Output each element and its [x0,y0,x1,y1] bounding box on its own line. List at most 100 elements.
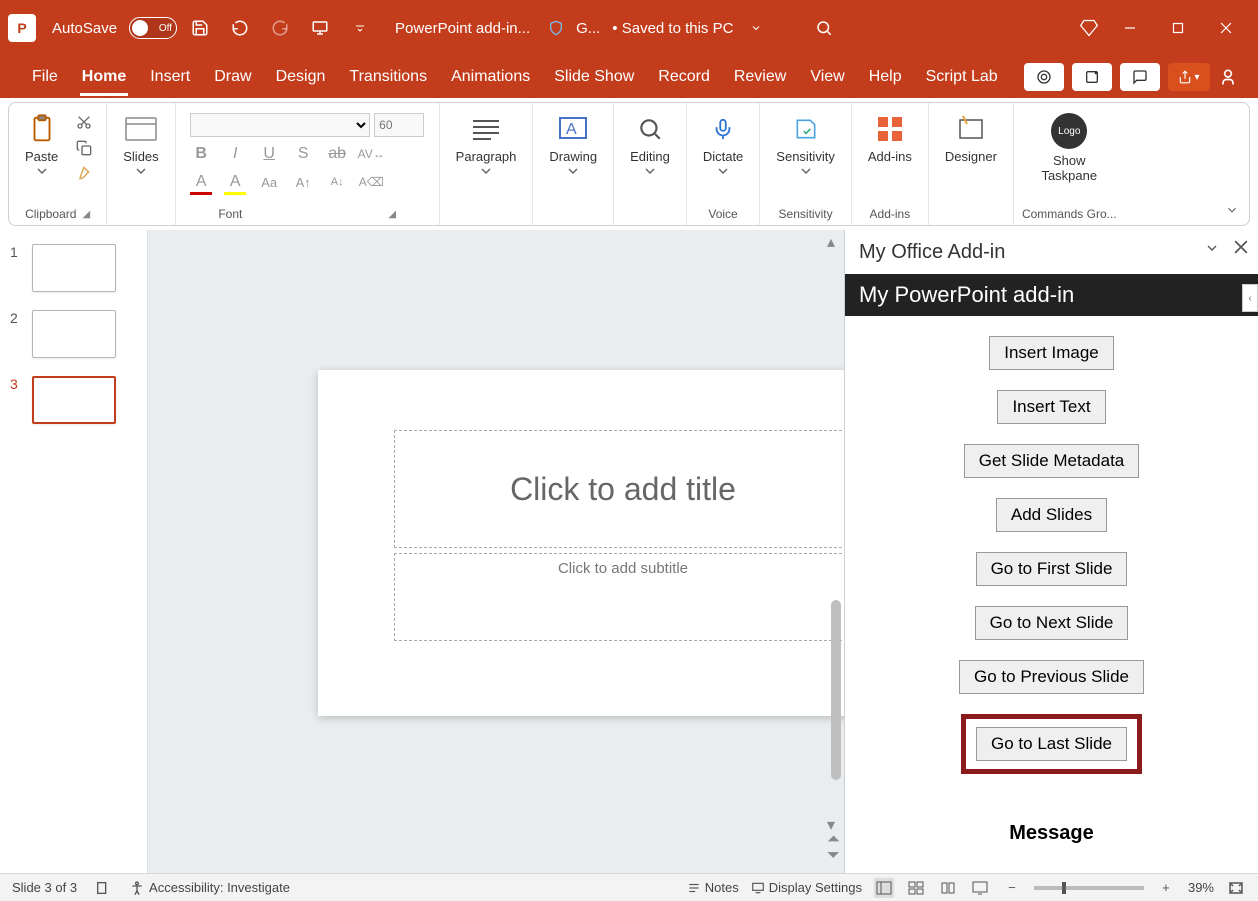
slide[interactable]: Click to add title Click to add subtitle [318,370,844,716]
font-family-select[interactable] [190,113,370,137]
scroll-thumb[interactable] [831,600,841,780]
subtitle-placeholder[interactable]: Click to add subtitle [394,553,844,641]
slide-canvas[interactable]: Click to add title Click to add subtitle… [148,230,844,873]
thumbnail-3[interactable] [32,376,116,424]
slideshow-icon[interactable] [970,878,990,898]
italic-button[interactable]: I [224,143,246,165]
tab-home[interactable]: Home [70,60,138,94]
tab-insert[interactable]: Insert [138,60,202,94]
clear-formatting-button[interactable]: A⌫ [360,171,382,193]
format-painter-icon[interactable] [72,163,96,185]
addins-button[interactable]: Add-ins [860,109,920,168]
zoom-in-icon[interactable]: + [1156,878,1176,898]
normal-view-icon[interactable] [874,878,894,898]
clipboard-launcher-icon[interactable]: ◢ [82,209,90,220]
tab-draw[interactable]: Draw [202,60,263,94]
thumbnail-2[interactable] [32,310,116,358]
notes-button[interactable]: Notes [687,880,739,895]
reading-view-icon[interactable] [938,878,958,898]
comments-icon[interactable] [1120,63,1160,91]
tab-design[interactable]: Design [264,60,338,94]
thumbnail-1[interactable] [32,244,116,292]
search-icon[interactable] [809,13,839,43]
font-color-button[interactable]: A [190,171,212,193]
addin-button-insert-text[interactable]: Insert Text [997,390,1105,424]
shadow-button[interactable]: S [292,143,314,165]
zoom-knob[interactable] [1062,882,1066,894]
copy-icon[interactable] [72,137,96,159]
save-icon[interactable] [185,13,215,43]
editing-button[interactable]: Editing [622,109,678,178]
addin-button-go-to-next-slide[interactable]: Go to Next Slide [975,606,1129,640]
slides-button[interactable]: Slides [115,109,166,178]
strikethrough-button[interactable]: ab [326,143,348,165]
addin-button-insert-image[interactable]: Insert Image [989,336,1114,370]
tab-view[interactable]: View [798,60,856,94]
addin-button-go-to-previous-slide[interactable]: Go to Previous Slide [959,660,1144,694]
autosave-toggle[interactable]: Off [129,17,177,39]
paste-button[interactable]: Paste [17,109,66,178]
tab-transitions[interactable]: Transitions [337,60,439,94]
maximize-button[interactable] [1154,8,1202,48]
font-launcher-icon[interactable]: ◢ [388,209,396,220]
zoom-slider[interactable] [1034,886,1144,890]
teams-icon[interactable] [1072,63,1112,91]
character-spacing-button[interactable]: AV↔ [360,143,382,165]
redo-icon[interactable] [265,13,295,43]
camera-icon[interactable] [1024,63,1064,91]
show-taskpane-button[interactable]: Logo Show Taskpane [1033,109,1105,187]
addin-button-go-to-last-slide[interactable]: Go to Last Slide [976,727,1127,761]
tab-slide-show[interactable]: Slide Show [542,60,646,94]
scroll-up-icon[interactable]: ▴ [827,232,841,246]
present-from-start-icon[interactable] [305,13,335,43]
tab-script-lab[interactable]: Script Lab [914,60,1010,94]
designer-button[interactable]: Designer [937,109,1005,168]
dictate-button[interactable]: Dictate [695,109,751,178]
taskpane-menu-icon[interactable] [1204,240,1220,256]
spellcheck-icon[interactable] [93,878,113,898]
bold-button[interactable]: B [190,143,212,165]
highlight-button[interactable]: A [224,171,246,193]
qat-overflow-icon[interactable] [345,13,375,43]
slide-sorter-icon[interactable] [906,878,926,898]
display-settings-button[interactable]: Display Settings [751,880,862,895]
zoom-level[interactable]: 39% [1188,880,1214,895]
zoom-out-icon[interactable]: − [1002,878,1022,898]
sensitivity-button[interactable]: Sensitivity [768,109,843,178]
underline-button[interactable]: U [258,143,280,165]
vertical-scrollbar[interactable]: ▴ ▾ ⏶ ⏷ [827,230,843,873]
minimize-button[interactable] [1106,8,1154,48]
addin-button-add-slides[interactable]: Add Slides [996,498,1107,532]
prev-slide-icon[interactable]: ⏶ [827,831,841,845]
taskpane-collapse-icon[interactable]: ‹ [1242,284,1258,312]
save-status[interactable]: • Saved to this PC [612,20,733,37]
tab-help[interactable]: Help [857,60,914,94]
diamond-icon[interactable] [1074,13,1104,43]
scroll-down-icon[interactable]: ▾ [827,815,841,829]
taskpane-close-icon[interactable] [1234,240,1248,256]
tab-file[interactable]: File [20,60,70,94]
increase-font-button[interactable]: A↑ [292,171,314,193]
tab-review[interactable]: Review [722,60,798,94]
accessibility-status[interactable]: Accessibility: Investigate [129,880,290,896]
addin-button-go-to-first-slide[interactable]: Go to First Slide [976,552,1128,586]
decrease-font-button[interactable]: A↓ [326,171,348,193]
slide-position[interactable]: Slide 3 of 3 [12,880,77,895]
font-size-input[interactable] [374,113,424,137]
next-slide-icon[interactable]: ⏷ [827,847,841,861]
account-icon[interactable] [1218,67,1238,87]
fit-to-window-icon[interactable] [1226,878,1246,898]
paragraph-button[interactable]: Paragraph [448,109,525,178]
save-status-dropdown-icon[interactable] [741,13,771,43]
ribbon-collapse-icon[interactable] [1225,203,1239,217]
cut-icon[interactable] [72,111,96,133]
close-button[interactable] [1202,8,1250,48]
tab-animations[interactable]: Animations [439,60,542,94]
undo-icon[interactable] [225,13,255,43]
drawing-button[interactable]: A Drawing [541,109,605,178]
addin-button-get-slide-metadata[interactable]: Get Slide Metadata [964,444,1140,478]
tab-record[interactable]: Record [646,60,722,94]
title-placeholder[interactable]: Click to add title [394,430,844,548]
share-button[interactable]: ▾ [1168,63,1210,91]
change-case-button[interactable]: Aa [258,171,280,193]
